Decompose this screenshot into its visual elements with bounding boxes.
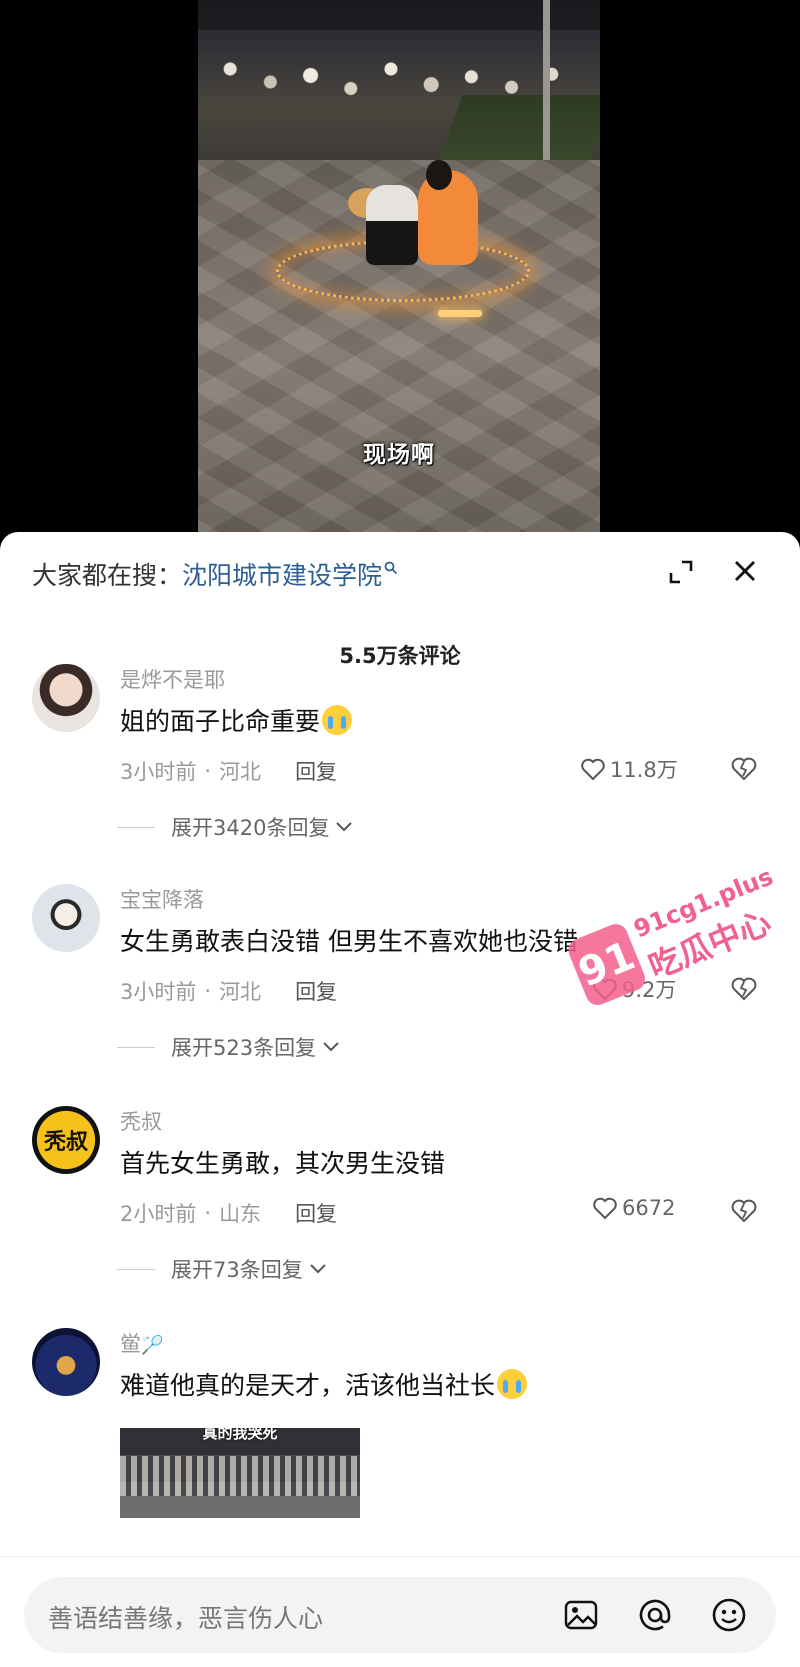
avatar[interactable] [32,884,100,952]
comment-image-thumbnail[interactable]: 真的我哭死 [120,1428,360,1518]
avatar[interactable] [32,1328,100,1396]
chevron-down-icon [323,1042,339,1052]
expand-replies-label: 展开3420条回复 [171,816,330,840]
comment-meta: 3小时前 · 河北 回复 [120,976,337,1006]
comment-username-text: 鲎 [120,1332,141,1356]
comment-location: 山东 [219,1202,262,1226]
comment-username[interactable]: 宝宝降落 [120,884,204,914]
thumbnail-crowd [120,1456,360,1496]
comment-input-placeholder: 善语结善缘，恶言伤人心 [48,1604,324,1633]
search-icon [384,560,398,579]
comment-text[interactable]: 首先女生勇敢，其次男生没错 [120,1144,445,1180]
close-icon[interactable] [730,556,760,586]
comment-username[interactable]: 是烨不是耶 [120,664,225,694]
person-boy [366,185,418,265]
heart-icon [581,758,605,781]
chevron-down-icon [310,1264,326,1274]
like-count: 6672 [622,1196,676,1220]
chevron-down-icon [336,822,353,832]
emoji-smile-icon[interactable] [710,1596,748,1634]
heart-icon [593,978,617,1001]
divider-line [117,826,155,828]
meta-separator: · [204,979,212,1003]
reply-button[interactable]: 回复 [295,1198,337,1228]
meta-separator: · [204,1201,212,1225]
trending-search-term[interactable]: 沈阳城市建设学院 [182,556,382,592]
video-frame[interactable]: 现场啊 [198,0,600,545]
comment-sheet: 大家都在搜： 沈阳城市建设学院 5.5万条评论 是烨不是耶 姐的面子比命重要 3… [0,532,800,1666]
comment-time: 2小时前 [120,1202,197,1226]
like-count: 11.8万 [610,758,678,782]
avatar[interactable]: 秃叔 [32,1106,100,1174]
heart-icon [593,1197,617,1220]
comment-time: 3小时前 [120,760,197,784]
like-button[interactable]: 6672 [592,1196,675,1220]
comment-username[interactable]: 鲎🏸 [120,1328,163,1358]
comment-meta: 3小时前 · 河北 回复 [120,756,337,786]
like-button[interactable]: 9.2万 [592,974,676,1004]
comment-input[interactable]: 善语结善缘，恶言伤人心 [24,1577,776,1653]
comment-text[interactable]: 姐的面子比命重要 [120,702,353,738]
lamp-pole [543,0,550,185]
comment-username[interactable]: 秃叔 [120,1106,162,1136]
crying-emoji-icon [497,1369,528,1399]
meta-separator: · [204,759,212,783]
comment-meta: 2小时前 · 山东 回复 [120,1198,337,1228]
comment-text[interactable]: 难道他真的是天才，活该他当社长 [120,1366,528,1402]
trending-search[interactable]: 大家都在搜： 沈阳城市建设学院 [32,554,398,594]
video-player[interactable]: 现场啊 [0,0,800,545]
expand-replies-label: 展开73条回复 [171,1258,303,1282]
comment-text-content: 姐的面子比命重要 [120,707,321,736]
expand-replies-button[interactable]: 展开523条回复 [117,1032,342,1062]
avatar-logo-text: 秃叔 [43,1129,88,1155]
reply-button[interactable]: 回复 [295,976,337,1006]
comment-input-bar: 善语结善缘，恶言伤人心 [0,1556,800,1667]
like-count: 9.2万 [622,978,677,1002]
glow-light [438,310,482,317]
dislike-broken-heart-icon[interactable] [730,756,758,782]
avatar[interactable] [32,664,100,732]
dislike-broken-heart-icon[interactable] [730,976,758,1002]
dislike-broken-heart-icon[interactable] [730,1198,758,1224]
fullscreen-expand-icon[interactable] [668,559,694,585]
image-icon[interactable] [562,1596,600,1634]
expand-replies-label: 展开523条回复 [171,1036,317,1060]
like-button[interactable]: 11.8万 [580,754,678,784]
comment-location: 河北 [219,760,262,784]
comment-text-content: 难道他真的是天才，活该他当社长 [120,1371,496,1400]
divider-line [117,1268,155,1270]
divider-line [117,1046,155,1048]
thumbnail-caption: 真的我哭死 [202,1428,278,1442]
reply-button[interactable]: 回复 [295,756,337,786]
expand-replies-button[interactable]: 展开73条回复 [117,1254,329,1284]
comment-time: 3小时前 [120,980,197,1004]
mention-at-icon[interactable] [636,1596,674,1634]
comment-location: 河北 [219,980,262,1004]
badminton-racket-icon: 🏸 [141,1335,164,1356]
comment-text[interactable]: 女生勇敢表白没错 但男生不喜欢她也没错 [120,922,578,958]
trending-search-prefix: 大家都在搜： [32,561,183,590]
crying-emoji-icon [322,705,353,735]
video-subtitle: 现场啊 [363,442,435,468]
person-girl-head [426,160,452,190]
expand-replies-button[interactable]: 展开3420条回复 [117,812,355,842]
